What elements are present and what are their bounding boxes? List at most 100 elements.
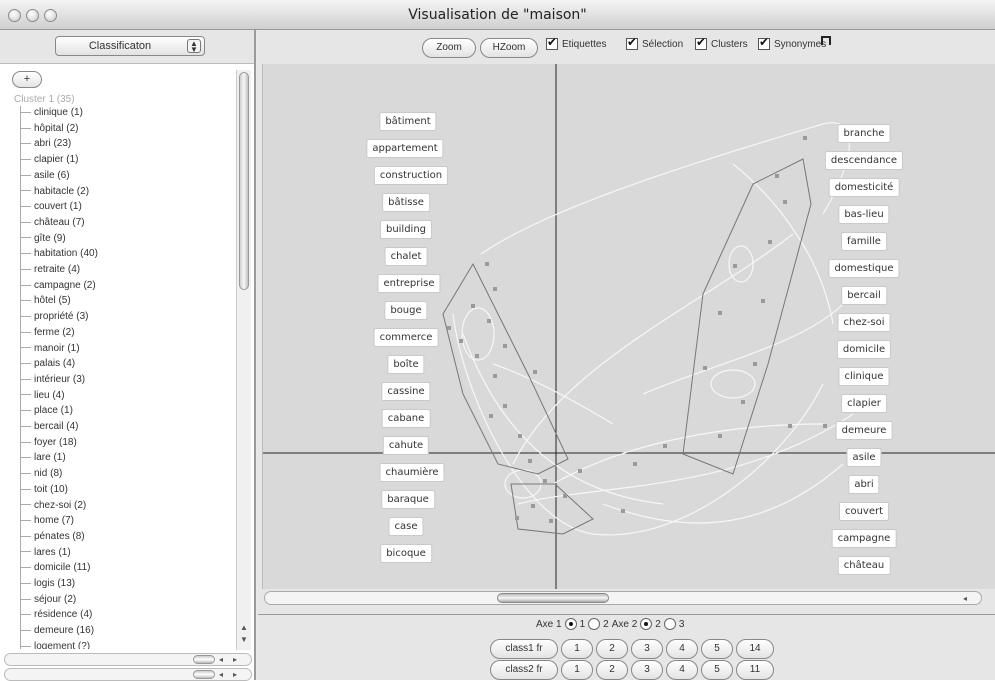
term-label[interactable]: bercail	[841, 286, 887, 305]
scroll-right-icon[interactable]: ▸	[233, 670, 237, 679]
term-label[interactable]: chaumière	[379, 463, 445, 482]
term-label[interactable]: cahute	[382, 436, 430, 455]
term-label[interactable]: building	[379, 220, 433, 239]
class1-option-14[interactable]: 14	[736, 639, 774, 659]
term-label[interactable]: case	[388, 517, 424, 536]
class2-option-11[interactable]: 11	[736, 660, 774, 680]
cluster-tree-item[interactable]: toit (10)	[20, 484, 68, 495]
term-label[interactable]: cassine	[381, 382, 431, 401]
cluster-tree-item[interactable]: asile (6)	[20, 170, 70, 181]
cluster-tree-item[interactable]: bercail (4)	[20, 421, 78, 432]
term-label[interactable]: campagne	[831, 529, 897, 548]
cluster-tree-item[interactable]: place (1)	[20, 405, 73, 416]
expand-button[interactable]: +	[12, 71, 42, 88]
axe1-option-2-radio[interactable]	[588, 618, 601, 630]
term-label[interactable]: abri	[848, 475, 880, 494]
term-label[interactable]: bicoque	[380, 544, 432, 563]
cluster-tree-item[interactable]: home (7)	[20, 515, 74, 526]
projection-plot[interactable]: bâtiment appartement construction bâtisse bu…	[262, 64, 995, 589]
term-label[interactable]: chez-soi	[837, 313, 891, 332]
term-label[interactable]: clapier	[841, 394, 887, 413]
cluster-tree-item[interactable]: hôpital (2)	[20, 123, 78, 134]
selection-checkbox[interactable]: Sélection	[626, 35, 683, 50]
scroll-left-icon[interactable]: ◂	[963, 594, 967, 603]
class2-button[interactable]: class2 fr	[490, 660, 558, 680]
labels-checkbox[interactable]: Etiquettes	[546, 35, 606, 50]
term-label[interactable]: demeure	[835, 421, 893, 440]
cluster-tree-item[interactable]: logement (?)	[20, 641, 90, 649]
cluster-tree-item[interactable]: habitation (40)	[20, 248, 98, 259]
cluster-tree-item[interactable]: clapier (1)	[20, 154, 78, 165]
term-label[interactable]: couvert	[838, 502, 890, 521]
scroll-down-icon[interactable]: ▼	[240, 635, 248, 644]
hzoom-button[interactable]: HZoom	[480, 38, 538, 58]
cluster-tree-item[interactable]: foyer (18)	[20, 437, 77, 448]
cluster-tree-item[interactable]: lare (1)	[20, 452, 66, 463]
axe2-option-2-radio[interactable]	[640, 618, 653, 630]
tree-vertical-scrollbar[interactable]: ▲ ▼	[236, 70, 251, 650]
scroll-thumb[interactable]	[193, 670, 215, 679]
zoom-button[interactable]: Zoom	[422, 38, 476, 58]
axe1-option-1-radio[interactable]	[564, 618, 577, 630]
term-label[interactable]: domicile	[836, 340, 892, 359]
term-label[interactable]: clinique	[838, 367, 890, 386]
cluster-tree-item[interactable]: logis (13)	[20, 578, 75, 589]
class2-option-4[interactable]: 4	[666, 660, 698, 680]
tree-horizontal-scrollbar[interactable]: ◂ ▸	[4, 653, 252, 666]
class1-option-1[interactable]: 1	[561, 639, 593, 659]
cluster-tree-item[interactable]: lieu (4)	[20, 390, 65, 401]
scroll-right-icon[interactable]: ▸	[233, 655, 237, 664]
cluster-tree-item[interactable]: retraite (4)	[20, 264, 80, 275]
synonyms-checkbox[interactable]: Synonymes	[758, 35, 826, 50]
class1-option-5[interactable]: 5	[701, 639, 733, 659]
term-label[interactable]: bas-lieu	[838, 205, 890, 224]
cluster-tree-item[interactable]: campagne (2)	[20, 280, 96, 291]
term-label[interactable]: branche	[837, 124, 891, 143]
term-label[interactable]: domesticité	[828, 178, 900, 197]
term-label[interactable]: bâtisse	[382, 193, 430, 212]
cluster-tree-item[interactable]: ferme (2)	[20, 327, 75, 338]
cluster-tree-item[interactable]: hôtel (5)	[20, 295, 71, 306]
class1-option-4[interactable]: 4	[666, 639, 698, 659]
class1-button[interactable]: class1 fr	[490, 639, 558, 659]
class2-option-3[interactable]: 3	[631, 660, 663, 680]
cluster-tree-item[interactable]: habitacle (2)	[20, 186, 89, 197]
class2-option-2[interactable]: 2	[596, 660, 628, 680]
scroll-thumb[interactable]	[193, 655, 215, 664]
scroll-up-icon[interactable]: ▲	[240, 623, 248, 632]
class2-option-1[interactable]: 1	[561, 660, 593, 680]
scroll-thumb[interactable]	[239, 72, 249, 290]
term-label[interactable]: domestique	[828, 259, 900, 278]
cluster-tree-item[interactable]: demeure (16)	[20, 625, 94, 636]
cluster-tree-item[interactable]: abri (23)	[20, 138, 71, 149]
cluster-tree-item[interactable]: gîte (9)	[20, 233, 66, 244]
cluster-tree-item[interactable]: séjour (2)	[20, 594, 76, 605]
cluster-tree-item[interactable]: pénates (8)	[20, 531, 85, 542]
term-label[interactable]: chalet	[384, 247, 428, 266]
cluster-tree-item[interactable]: intérieur (3)	[20, 374, 85, 385]
tree-horizontal-scrollbar-2[interactable]: ◂ ▸	[4, 668, 252, 681]
scroll-left-icon[interactable]: ◂	[219, 655, 223, 664]
term-label[interactable]: asile	[846, 448, 882, 467]
cluster-tree-item[interactable]: propriété (3)	[20, 311, 88, 322]
clusters-checkbox[interactable]: Clusters	[695, 35, 748, 50]
flag-icon[interactable]	[821, 36, 831, 45]
term-label[interactable]: appartement	[366, 139, 444, 158]
cluster-tree-item[interactable]: château (7)	[20, 217, 85, 228]
cluster-root[interactable]: Cluster 1 (35)	[14, 94, 75, 105]
class1-option-3[interactable]: 3	[631, 639, 663, 659]
scroll-left-icon[interactable]: ◂	[219, 670, 223, 679]
axe2-option-3-radio[interactable]	[663, 618, 676, 630]
term-label[interactable]: baraque	[381, 490, 435, 509]
term-label[interactable]: bouge	[384, 301, 428, 320]
cluster-tree-item[interactable]: nid (8)	[20, 468, 62, 479]
cluster-tree-item[interactable]: domicile (11)	[20, 562, 91, 573]
scroll-thumb[interactable]	[497, 593, 609, 603]
term-label[interactable]: descendance	[824, 151, 904, 170]
cluster-tree-item[interactable]: chez-soi (2)	[20, 500, 86, 511]
cluster-tree-item[interactable]: résidence (4)	[20, 609, 92, 620]
cluster-tree-item[interactable]: manoir (1)	[20, 343, 80, 354]
plot-horizontal-scrollbar[interactable]: ◂	[264, 591, 982, 605]
term-label[interactable]: commerce	[373, 328, 439, 347]
term-label[interactable]: entreprise	[377, 274, 441, 293]
